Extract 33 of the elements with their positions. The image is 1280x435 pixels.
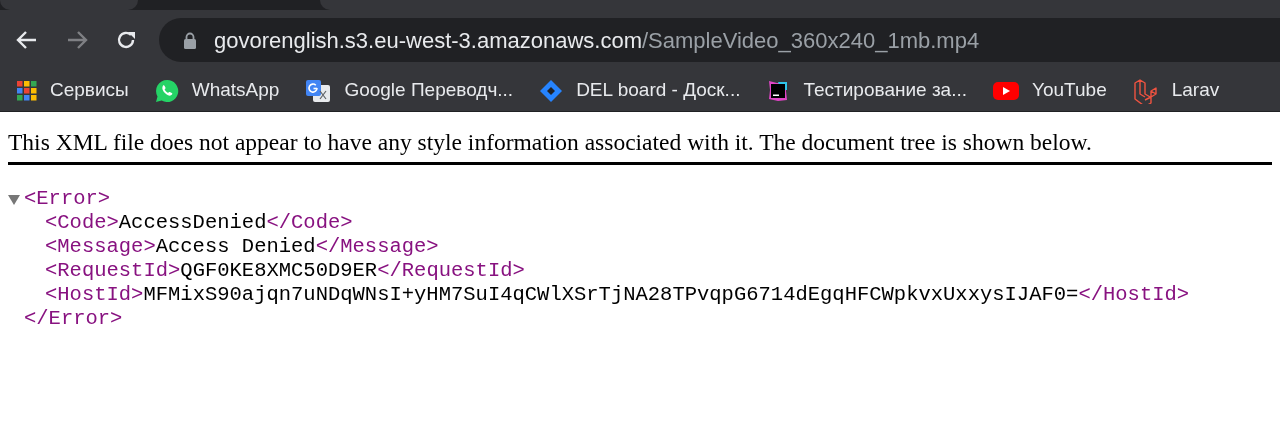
apps-grid-icon xyxy=(17,80,37,101)
bookmark[interactable]: Тестирование за... xyxy=(766,76,968,105)
url-host: govorenglish.s3.eu-west-3.amazonaws.com xyxy=(214,26,642,55)
xml-tag: <Code> xyxy=(45,211,119,235)
xml-value: QGF0KE8XMC50D9ER xyxy=(180,259,378,283)
style-notice: This XML file does not appear to have any style information associated with it. The document tree is shown below. xyxy=(8,128,1093,156)
xml-tag: <Error> xyxy=(24,187,111,211)
bookmark[interactable]: DEL board - Доск... xyxy=(539,76,741,105)
bookmark[interactable]: Larav xyxy=(1132,76,1220,105)
xml-value: Access Denied xyxy=(155,235,316,259)
xml-tag: </Message> xyxy=(315,235,439,259)
translate-icon xyxy=(305,78,332,103)
bookmark[interactable]: WhatsApp xyxy=(154,76,280,105)
xml-tag: </RequestId> xyxy=(377,259,525,283)
bookmark[interactable]: Google Переводч... xyxy=(305,76,514,105)
lock-icon xyxy=(183,31,197,49)
bookmark[interactable]: YouTube xyxy=(993,76,1107,105)
xml-tag: </Code> xyxy=(266,211,353,235)
diamond-icon xyxy=(539,78,564,103)
xml-tag: <Message> xyxy=(45,235,156,259)
xml-value: MFMixS90ajqn7uNDqWNsI+yHM7SuI4qCWlXSrTjNA28TPvqpG6714dEgqHFCWpkvxUxxysIJAF0= xyxy=(143,283,1079,307)
xml-value: AccessDenied xyxy=(118,211,267,235)
xml-tag: <RequestId> xyxy=(45,259,181,283)
xml-tag: </Error> xyxy=(24,307,123,331)
chat-bubble-icon xyxy=(154,78,179,103)
collapse-triangle-icon[interactable] xyxy=(8,193,20,205)
xml-tag: </HostId> xyxy=(1078,283,1190,307)
address-bar[interactable]: govorenglish.s3.eu-west-3.amazonaws.com/SampleVideo_360x240_1mb.mp4 xyxy=(159,18,1280,62)
url-path: /SampleVideo_360x240_1mb.mp4 xyxy=(642,26,980,55)
cube-logo-icon xyxy=(1132,77,1159,104)
play-logo-icon xyxy=(993,81,1020,100)
xml-tag: <HostId> xyxy=(45,283,144,307)
bookmark[interactable]: Сервисы xyxy=(17,76,129,105)
